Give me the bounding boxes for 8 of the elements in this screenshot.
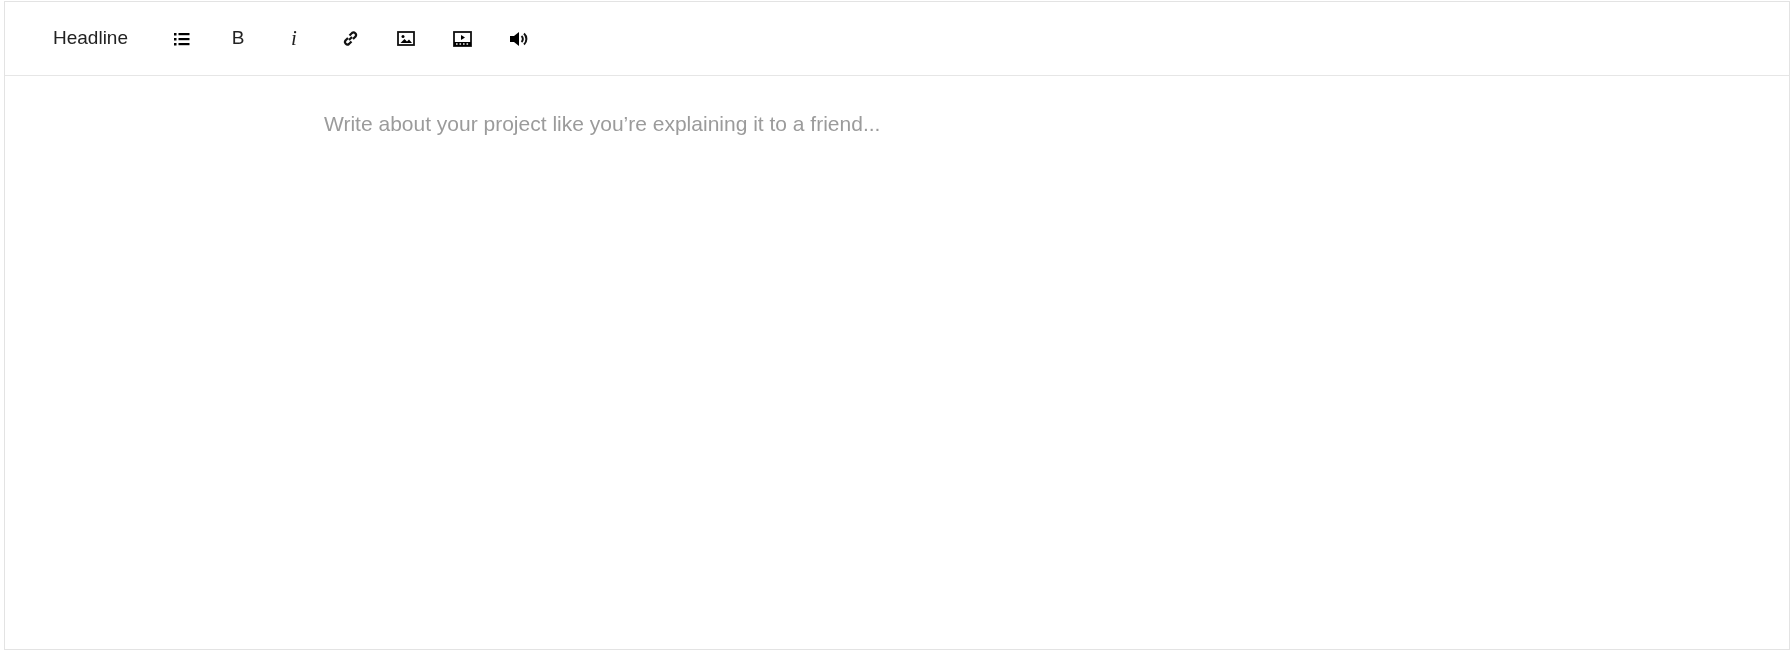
image-icon — [397, 31, 415, 46]
bold-button[interactable]: B — [210, 20, 266, 57]
italic-button[interactable]: i — [266, 18, 322, 59]
speaker-icon — [508, 30, 528, 47]
headline-button[interactable]: Headline — [47, 20, 134, 57]
link-icon — [341, 30, 359, 47]
list-icon — [174, 31, 190, 46]
video-icon — [452, 30, 472, 47]
